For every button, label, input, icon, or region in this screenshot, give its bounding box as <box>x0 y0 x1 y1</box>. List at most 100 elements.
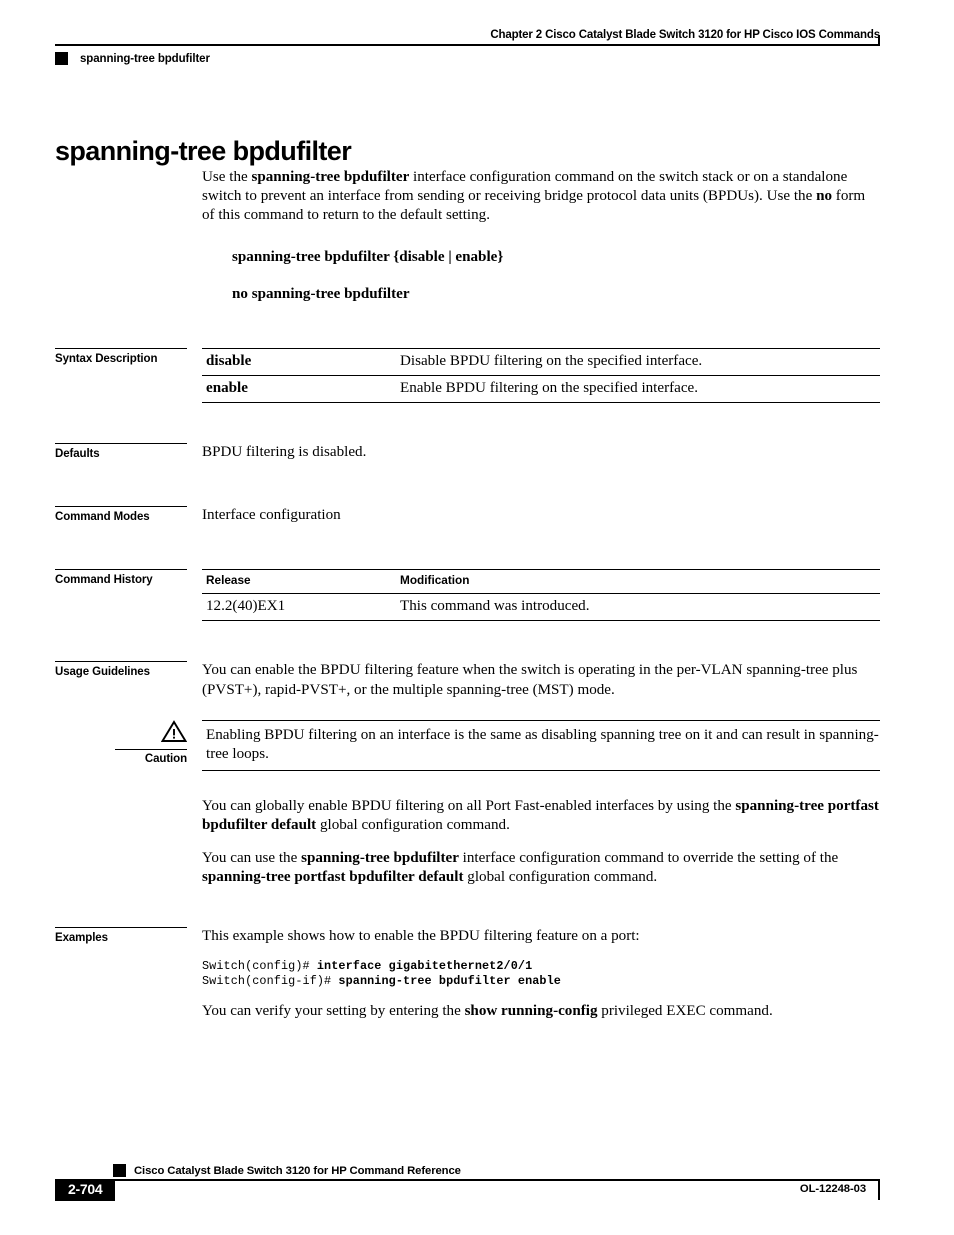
table-row: 12.2(40)EX1 This command was introduced. <box>202 593 880 622</box>
page-footer: Cisco Catalyst Blade Switch 3120 for HP … <box>55 1164 880 1202</box>
intro-content: Use the spanning-tree bpdufilter interfa… <box>202 168 880 304</box>
examples-content: This example shows how to enable the BPD… <box>202 927 880 1022</box>
syntax-desc-enable: Enable BPDU filtering on the specified i… <box>396 375 880 404</box>
cli-command-1: interface gigabitethernet2/0/1 <box>316 959 533 974</box>
intro-row: Use the spanning-tree bpdufilter interfa… <box>55 168 880 304</box>
syntax-description-table: disable Disable BPDU filtering on the sp… <box>202 348 880 404</box>
header-topic-label: spanning-tree bpdufilter <box>80 52 210 65</box>
caution-admonition: Caution Enabling BPDU filtering on an in… <box>55 719 880 772</box>
intro-text-1: Use the <box>202 169 252 185</box>
usage-p3-text-a: You can use the <box>202 849 302 866</box>
document-page: Chapter 2 Cisco Catalyst Blade Switch 31… <box>0 0 954 1235</box>
col-header-modification: Modification <box>396 569 880 594</box>
caution-text-col: Enabling BPDU filtering on an interface … <box>202 719 880 772</box>
usage-p2-text-a: You can globally enable BPDU filtering o… <box>202 798 736 815</box>
section-syntax-description: Syntax Description disable Disable BPDU … <box>55 348 880 404</box>
col-header-release: Release <box>202 569 396 594</box>
usage-paragraph-3: You can use the spanning-tree bpdufilter… <box>202 849 880 887</box>
usage-p3-text-c: global configuration command. <box>463 868 658 885</box>
cli-prompt-2: Switch(config-if)# <box>202 973 339 988</box>
syntax-term-enable: enable <box>202 375 396 404</box>
section-label-defaults: Defaults <box>55 443 187 460</box>
header-topic-row: spanning-tree bpdufilter <box>55 52 880 65</box>
syntax-description-label-col: Syntax Description <box>55 348 202 365</box>
section-examples: Examples This example shows how to enabl… <box>55 927 880 1022</box>
caution-text: Enabling BPDU filtering on an interface … <box>206 726 879 763</box>
syntax-description-content: disable Disable BPDU filtering on the sp… <box>202 348 880 404</box>
running-header: Chapter 2 Cisco Catalyst Blade Switch 31… <box>55 28 880 65</box>
syntax-usage-line: spanning-tree bpdufilter {disable | enab… <box>232 248 504 265</box>
usage-guidelines-label-col: Usage Guidelines <box>55 661 202 678</box>
command-history-table: Release Modification 12.2(40)EX1 This co… <box>202 569 880 622</box>
usage-continued-row: You can globally enable BPDU filtering o… <box>55 797 880 887</box>
section-label-examples: Examples <box>55 927 187 944</box>
intro-command-2: no <box>816 188 833 205</box>
cli-example-block: Switch(config)# interface gigabitetherne… <box>202 959 880 988</box>
verify-command: show running-config <box>464 1003 598 1020</box>
examples-intro-text: This example shows how to enable the BPD… <box>202 928 640 945</box>
verify-text-b: privileged EXEC command. <box>597 1003 773 1020</box>
document-body: Use the spanning-tree bpdufilter interfa… <box>55 168 880 1022</box>
header-rule <box>55 35 880 46</box>
intro-command-1: spanning-tree bpdufilter <box>251 169 410 185</box>
usage-paragraph-2: You can globally enable BPDU filtering o… <box>202 797 880 835</box>
section-defaults: Defaults BPDU filtering is disabled. <box>55 443 880 462</box>
cli-command-2: spanning-tree bpdufilter enable <box>338 973 561 988</box>
footer-document-id: OL-12248-03 <box>799 1183 866 1195</box>
bullet-square-icon <box>113 1164 126 1177</box>
intro-paragraph: Use the spanning-tree bpdufilter interfa… <box>202 168 880 226</box>
caution-label: Caution <box>115 748 187 765</box>
footer-document-title: Cisco Catalyst Blade Switch 3120 for HP … <box>134 1164 461 1177</box>
table-row: disable Disable BPDU filtering on the sp… <box>202 348 880 376</box>
syntax-no-form-line: no spanning-tree bpdufilter <box>232 285 410 302</box>
syntax-term-disable: disable <box>202 348 396 376</box>
usage-p2-text-b: global configuration command. <box>316 817 510 834</box>
cell-modification: This command was introduced. <box>396 593 880 622</box>
usage-continued-content: You can globally enable BPDU filtering o… <box>202 797 880 887</box>
command-modes-text: Interface configuration <box>202 507 341 524</box>
command-history-label-col: Command History <box>55 569 202 586</box>
footer-bar: 2-704 OL-12248-03 <box>55 1179 880 1202</box>
section-label-command-modes: Command Modes <box>55 506 187 523</box>
cli-prompt-1: Switch(config)# <box>202 959 317 974</box>
defaults-text: BPDU filtering is disabled. <box>202 444 367 461</box>
command-modes-label-col: Command Modes <box>55 506 202 523</box>
command-modes-content: Interface configuration <box>202 506 880 525</box>
verify-text-a: You can verify your setting by entering … <box>202 1003 465 1020</box>
usage-guidelines-content: You can enable the BPDU filtering featur… <box>202 661 880 699</box>
header-chapter-title: Chapter 2 Cisco Catalyst Blade Switch 31… <box>490 29 880 41</box>
cell-release: 12.2(40)EX1 <box>202 593 396 622</box>
usage-p3-command-1: spanning-tree bpdufilter <box>301 849 459 866</box>
examples-label-col: Examples <box>55 927 202 944</box>
section-label-command-history: Command History <box>55 569 187 586</box>
section-command-history: Command History Release Modification 12.… <box>55 569 880 622</box>
caution-label-col: Caution <box>55 719 202 765</box>
examples-verify-text: You can verify your setting by entering … <box>202 1002 880 1021</box>
command-history-content: Release Modification 12.2(40)EX1 This co… <box>202 569 880 622</box>
section-label-syntax-description: Syntax Description <box>55 348 187 365</box>
usage-p3-text-b: interface configuration command to overr… <box>458 849 839 866</box>
warning-triangle-icon <box>160 719 188 748</box>
page-title: spanning-tree bpdufilter <box>55 136 352 167</box>
footer-rule <box>55 1179 880 1200</box>
defaults-label-col: Defaults <box>55 443 202 460</box>
section-label-usage-guidelines: Usage Guidelines <box>55 661 187 678</box>
syntax-term-enable-text: enable <box>206 380 248 397</box>
table-row: enable Enable BPDU filtering on the spec… <box>202 375 880 404</box>
usage-paragraph-1: You can enable the BPDU filtering featur… <box>202 662 858 698</box>
footer-title-row: Cisco Catalyst Blade Switch 3120 for HP … <box>55 1164 880 1177</box>
bullet-square-icon <box>55 52 68 65</box>
usage-p3-command-2: spanning-tree portfast bpdufilter defaul… <box>202 868 464 885</box>
